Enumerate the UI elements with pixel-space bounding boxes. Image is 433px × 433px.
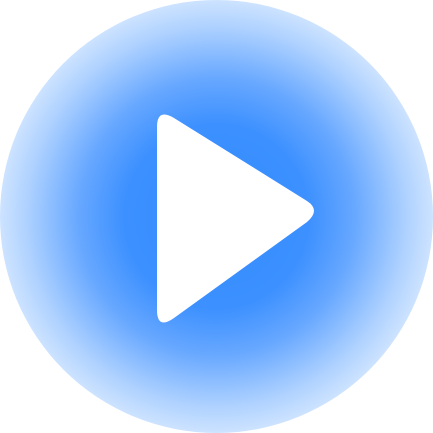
play-button[interactable] [0,0,433,433]
video-player-overlay [0,0,433,433]
play-icon [157,114,314,323]
